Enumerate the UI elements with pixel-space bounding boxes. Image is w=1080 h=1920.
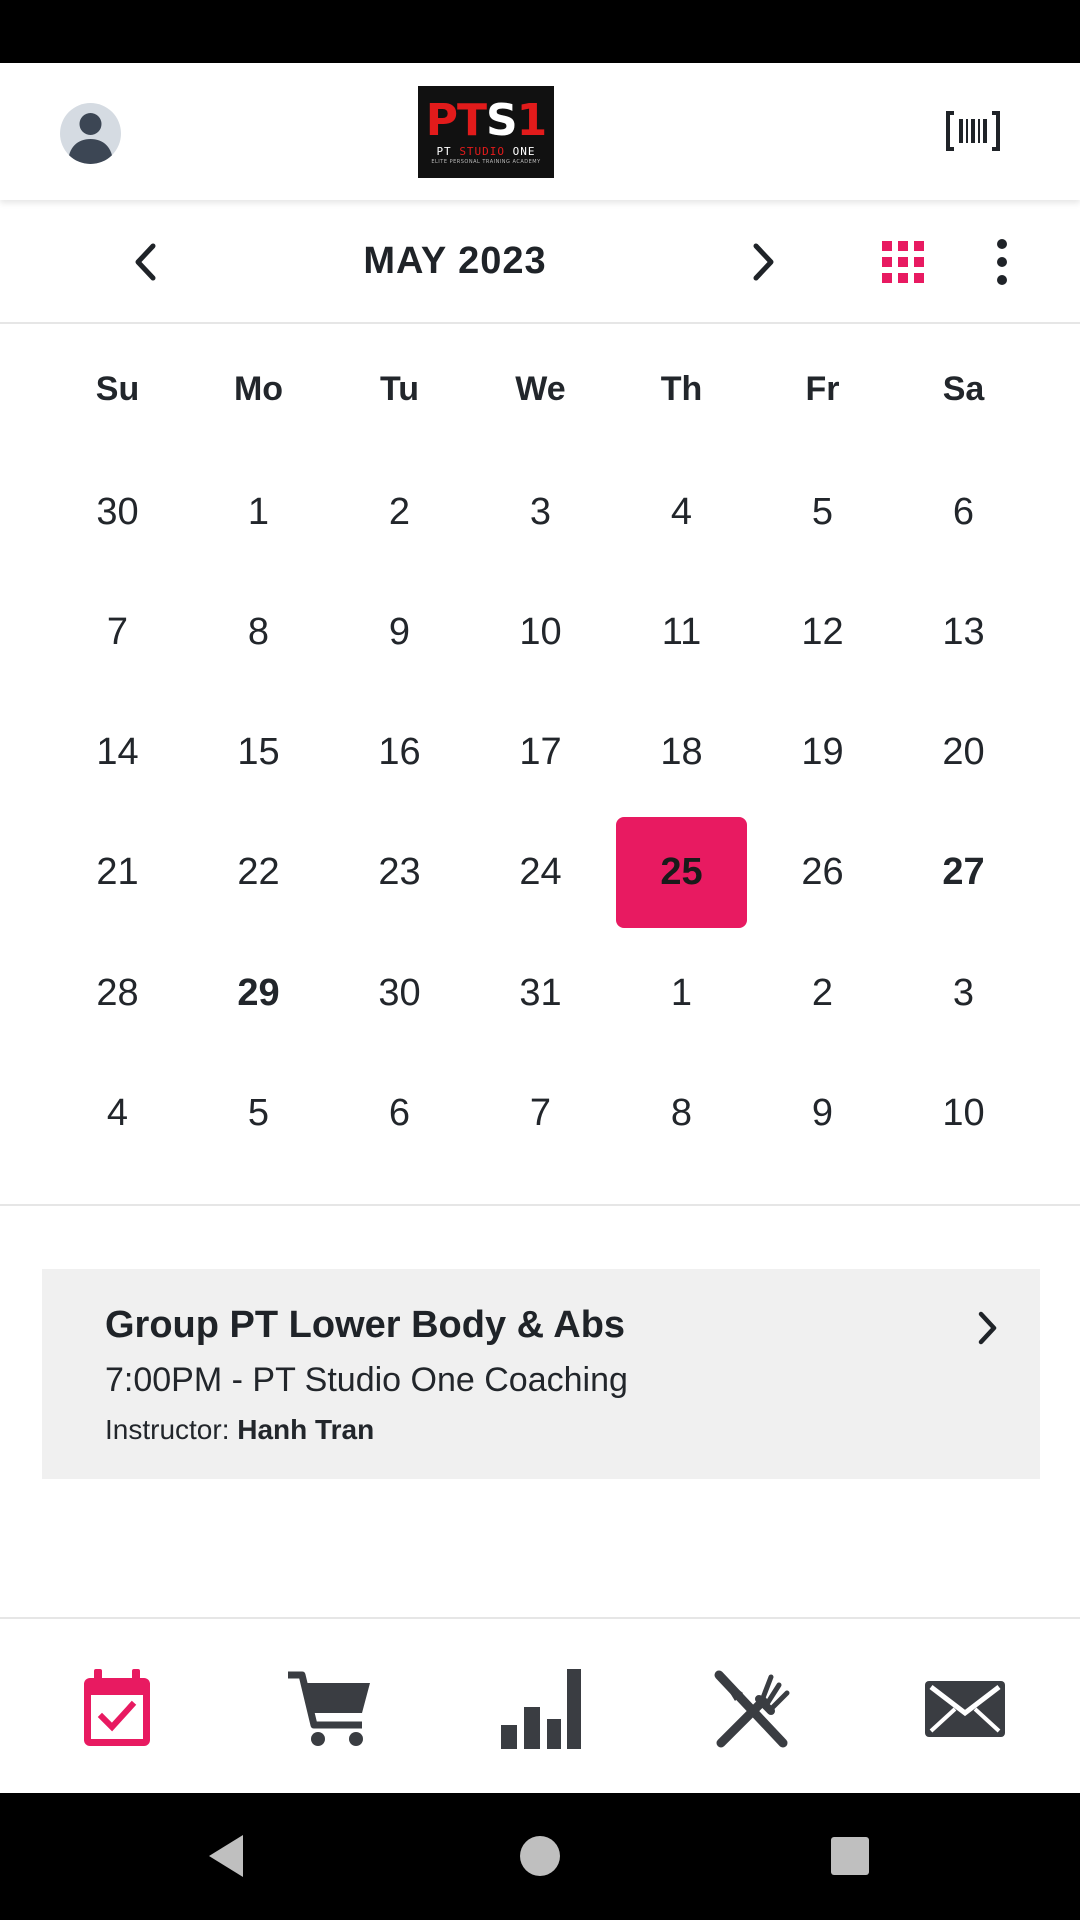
event-open-button[interactable] bbox=[972, 1309, 1004, 1347]
calendar-day[interactable]: 13 bbox=[898, 577, 1029, 688]
calendar-day[interactable]: 15 bbox=[193, 697, 324, 808]
event-title: Group PT Lower Body & Abs bbox=[105, 1304, 626, 1346]
event-card[interactable]: Group PT Lower Body & Abs 7:00PM - PT St… bbox=[42, 1269, 1040, 1479]
calendar-day[interactable]: 5 bbox=[193, 1058, 324, 1169]
calendar-day[interactable]: 2 bbox=[334, 457, 465, 568]
event-instructor: Instructor: Hanh Tran bbox=[105, 1414, 374, 1446]
barcode-button[interactable] bbox=[945, 109, 1001, 153]
calendar-day[interactable]: 3 bbox=[475, 457, 606, 568]
system-navigation-bar bbox=[0, 1793, 1080, 1920]
nav-messages[interactable] bbox=[920, 1667, 1010, 1751]
calendar-day[interactable]: 16 bbox=[334, 697, 465, 808]
calendar-day[interactable]: 22 bbox=[193, 817, 324, 928]
logo-subtitle: PT STUDIO ONE bbox=[436, 145, 536, 158]
app-header: PTS1 PT STUDIO ONE ELITE PERSONAL TRAINI… bbox=[0, 63, 1080, 200]
calendar-day[interactable]: 1 bbox=[616, 938, 747, 1049]
calendar-day[interactable]: 21 bbox=[52, 817, 183, 928]
calendar-day[interactable]: 23 bbox=[334, 817, 465, 928]
calendar-icon bbox=[84, 1669, 150, 1746]
recents-square-icon bbox=[831, 1837, 869, 1875]
calendar-day[interactable]: 9 bbox=[757, 1058, 888, 1169]
calendar-day[interactable]: 19 bbox=[757, 697, 888, 808]
calendar-day[interactable]: 4 bbox=[52, 1058, 183, 1169]
instructor-name: Hanh Tran bbox=[237, 1414, 375, 1445]
calendar-day[interactable]: 11 bbox=[616, 577, 747, 688]
calendar-day[interactable]: 28 bbox=[52, 938, 183, 1049]
nav-nutrition[interactable] bbox=[708, 1667, 798, 1751]
studio-logo: PTS1 PT STUDIO ONE ELITE PERSONAL TRAINI… bbox=[418, 86, 554, 178]
mail-icon bbox=[925, 1681, 1005, 1737]
back-triangle-icon bbox=[209, 1835, 243, 1877]
calendar-day[interactable]: 2 bbox=[757, 938, 888, 1049]
user-icon bbox=[68, 113, 113, 164]
home-circle-icon bbox=[520, 1836, 560, 1876]
calendar-day[interactable]: 26 bbox=[757, 817, 888, 928]
calendar-day[interactable]: 5 bbox=[757, 457, 888, 568]
calendar-day[interactable]: 14 bbox=[52, 697, 183, 808]
calendar-day-with-event[interactable]: 27 bbox=[898, 817, 1029, 928]
calendar-day[interactable]: 3 bbox=[898, 938, 1029, 1049]
calendar-day[interactable]: 8 bbox=[616, 1058, 747, 1169]
instructor-label: Instructor: bbox=[105, 1414, 230, 1445]
calendar-day[interactable]: 20 bbox=[898, 697, 1029, 808]
fork-knife-icon bbox=[714, 1670, 790, 1748]
calendar-day[interactable]: 31 bbox=[475, 938, 606, 1049]
calendar-day[interactable]: 18 bbox=[616, 697, 747, 808]
recents-button[interactable] bbox=[825, 1831, 875, 1881]
nav-stats[interactable] bbox=[496, 1667, 586, 1751]
calendar-day[interactable]: 7 bbox=[52, 577, 183, 688]
chevron-right-icon bbox=[978, 1311, 997, 1345]
calendar-day[interactable]: 12 bbox=[757, 577, 888, 688]
stats-icon bbox=[501, 1669, 581, 1749]
calendar-day[interactable]: 30 bbox=[52, 457, 183, 568]
nav-calendar[interactable] bbox=[72, 1667, 162, 1751]
avatar[interactable] bbox=[60, 103, 121, 164]
calendar-day[interactable]: 8 bbox=[193, 577, 324, 688]
event-time: 7:00PM - PT Studio One Coaching bbox=[105, 1361, 628, 1399]
calendar-day-selected[interactable]: 25 bbox=[616, 817, 747, 928]
calendar-day[interactable]: 7 bbox=[475, 1058, 606, 1169]
calendar-day[interactable]: 30 bbox=[334, 938, 465, 1049]
calendar-day[interactable]: 10 bbox=[898, 1058, 1029, 1169]
logo-mark: PTS1 bbox=[425, 95, 548, 146]
divider bbox=[0, 1204, 1080, 1206]
barcode-icon bbox=[946, 111, 1000, 151]
calendar-day[interactable]: 10 bbox=[475, 577, 606, 688]
calendar-day[interactable]: 17 bbox=[475, 697, 606, 808]
calendar-day[interactable]: 6 bbox=[898, 457, 1029, 568]
calendar-day[interactable]: 4 bbox=[616, 457, 747, 568]
calendar-day[interactable]: 24 bbox=[475, 817, 606, 928]
calendar-day[interactable]: 6 bbox=[334, 1058, 465, 1169]
cart-icon bbox=[288, 1671, 370, 1746]
logo-tagline: ELITE PERSONAL TRAINING ACADEMY bbox=[431, 159, 541, 165]
home-button[interactable] bbox=[515, 1831, 565, 1881]
calendar-day-with-event[interactable]: 29 bbox=[193, 938, 324, 1049]
calendar-day[interactable]: 1 bbox=[193, 457, 324, 568]
nav-shop[interactable] bbox=[284, 1667, 374, 1751]
back-button[interactable] bbox=[203, 1831, 253, 1881]
calendar-day[interactable]: 9 bbox=[334, 577, 465, 688]
bottom-navigation bbox=[0, 1617, 1080, 1793]
